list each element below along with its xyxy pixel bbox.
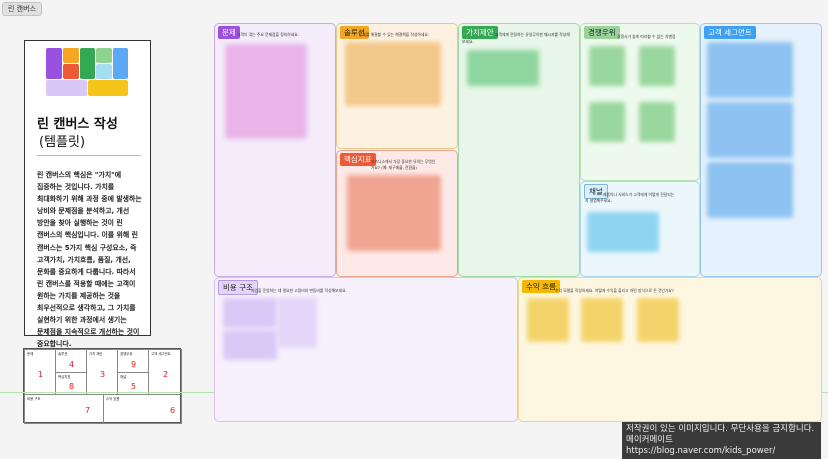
hint-value-proposition-2: 보세요. — [462, 39, 474, 44]
mini-cell-number: 4 — [69, 360, 75, 369]
mini-cell-label: 문제 — [27, 352, 34, 356]
mini-cell-problem: 문제 1 — [24, 349, 56, 395]
sticky-note-advantage-2[interactable] — [639, 46, 675, 86]
divider — [37, 155, 141, 156]
sticky-note-revenue-1[interactable] — [527, 298, 569, 342]
template-title: 린 캔버스 작성 — [37, 117, 118, 132]
section-solution[interactable]: 솔루션 문제를 해결할 수 있는 해결책을 작성하세요. — [336, 23, 458, 149]
watermark-line-1: 저작권이 있는 이미지입니다. 무단사용을 금지합니다. — [626, 424, 815, 434]
section-unfair-advantage[interactable]: 경쟁우위 경쟁사가 쉽게 따라할 수 없는 차별점 — [580, 23, 700, 181]
mini-cell-label: 고객 세그먼트 — [151, 352, 171, 356]
sticky-note-cost-1[interactable] — [223, 298, 277, 328]
hint-solution: 문제를 해결할 수 있는 해결책을 작성하세요. — [359, 32, 430, 37]
sticky-note-cost-2[interactable] — [223, 330, 277, 360]
sticky-note-advantage-3[interactable] — [589, 102, 625, 142]
copyright-watermark: 저작권이 있는 이미지입니다. 무단사용을 금지합니다. 메이커메이트 http… — [622, 422, 821, 459]
section-revenue-streams[interactable]: 수익 흐름 수익 모델을 작성하세요. 어떻게 수익을 올리고 어떤 방식으로 … — [518, 277, 822, 422]
sticky-note-segment-2[interactable] — [707, 102, 793, 158]
template-subtitle: (템플릿) — [39, 135, 86, 150]
mini-cell-number: 7 — [85, 406, 91, 415]
hint-value-proposition: 고객에게 전달하는 유일무이한 메시지를 작성해 — [495, 32, 570, 37]
mini-cell-number: 2 — [163, 370, 169, 379]
template-description: 린 캔버스의 핵심은 "가치"에 집중하는 것입니다. 가치를 최대화하기 위해… — [37, 171, 142, 349]
section-customer-segments[interactable]: 고객 세그먼트 — [700, 23, 822, 277]
mini-cell-label: 솔루션 — [58, 352, 68, 356]
hint-revenue-streams: 수익 모델을 작성하세요. 어떻게 수익을 올리고 어떤 방식으로 돈 것인가요… — [555, 288, 674, 293]
sticky-note-advantage-1[interactable] — [589, 46, 625, 86]
sticky-note-solution[interactable] — [345, 42, 441, 106]
hint-problem: 고객이 겪는 주요 문제점을 정의하세요. — [237, 32, 299, 37]
mini-cell-label: 가치 제안 — [89, 352, 103, 356]
mini-cell-number: 8 — [69, 382, 75, 391]
sticky-note-advantage-4[interactable] — [639, 102, 675, 142]
sticky-note-cost-3[interactable] — [277, 298, 317, 348]
mini-cell-label: 경쟁우위 — [120, 352, 133, 356]
mini-cell-label: 핵심지표 — [58, 375, 71, 379]
mini-cell-revenue: 수익 흐름 6 — [103, 394, 182, 424]
section-cost-structure[interactable]: 비용 구조 사업을 운영하는 데 필요한 고정비와 변동비를 작성해보세요. — [214, 277, 518, 422]
hint-cost-structure: 사업을 운영하는 데 필요한 고정비와 변동비를 작성해보세요. — [251, 288, 347, 293]
mini-cell-label: 비용 구조 — [27, 397, 41, 401]
section-value-proposition[interactable]: 가치제안 고객에게 전달하는 유일무이한 메시지를 작성해 보세요. — [458, 23, 580, 277]
sticky-note-segment-1[interactable] — [707, 42, 793, 98]
tag-unfair-advantage[interactable]: 경쟁우위 — [584, 26, 620, 39]
mini-cell-cost: 비용 구조 7 — [24, 394, 104, 424]
tag-value-proposition[interactable]: 가치제안 — [462, 26, 498, 39]
tag-customer-segments[interactable]: 고객 세그먼트 — [704, 26, 756, 39]
mini-cell-label: 수익 흐름 — [106, 397, 120, 401]
hint-key-metrics-2: 가요? (예: 재구매율, 전환율) — [371, 165, 418, 170]
sticky-note-channels[interactable] — [587, 212, 659, 252]
mini-cell-value: 가치 제안 3 — [86, 349, 118, 395]
mini-cell-number: 1 — [38, 370, 44, 379]
sticky-note-value[interactable] — [467, 50, 539, 86]
lean-canvas-logo-icon — [46, 48, 128, 96]
sticky-note-segment-3[interactable] — [707, 162, 793, 218]
mini-cell-number: 3 — [100, 370, 106, 379]
mini-canvas[interactable]: 문제 1 솔루션 4 가치 제안 3 경쟁우위 9 고객 세그먼트 2 핵심지표… — [23, 348, 182, 424]
mini-cell-label: 채널 — [120, 375, 127, 379]
board-label[interactable]: 린 캔버스 — [2, 2, 42, 16]
sticky-note-revenue-3[interactable] — [637, 298, 679, 342]
section-key-metrics[interactable]: 핵심지표 비즈니스에서 가장 중요한 유의는 무엇인 가요? (예: 재구매율,… — [336, 150, 458, 277]
mini-cell-number: 9 — [131, 360, 137, 369]
template-card[interactable]: 린 캔버스 작성 (템플릿) 린 캔버스의 핵심은 "가치"에 집중하는 것입니… — [24, 40, 151, 348]
mini-cell-advantage: 경쟁우위 9 — [117, 349, 149, 373]
sticky-note-revenue-2[interactable] — [581, 298, 623, 342]
mini-cell-segment: 고객 세그먼트 2 — [148, 349, 182, 395]
hint-channels-2: 지 설명해주세요. — [585, 198, 612, 203]
mini-cell-number: 6 — [170, 406, 176, 415]
hint-channels: 제품이나 서비스가 고객에게 어떻게 전달되는 — [603, 192, 675, 197]
section-problem[interactable]: 문제 고객이 겪는 주요 문제점을 정의하세요. — [214, 23, 336, 277]
mini-cell-solution: 솔루션 4 — [55, 349, 87, 373]
mini-cell-number: 5 — [131, 382, 137, 391]
sticky-note-problem[interactable] — [225, 44, 307, 139]
sticky-note-key-metrics[interactable] — [347, 175, 441, 251]
section-channels[interactable]: 채널 제품이나 서비스가 고객에게 어떻게 전달되는 지 설명해주세요. — [580, 181, 700, 277]
hint-unfair-advantage: 경쟁사가 쉽게 따라할 수 없는 차별점 — [617, 34, 676, 39]
